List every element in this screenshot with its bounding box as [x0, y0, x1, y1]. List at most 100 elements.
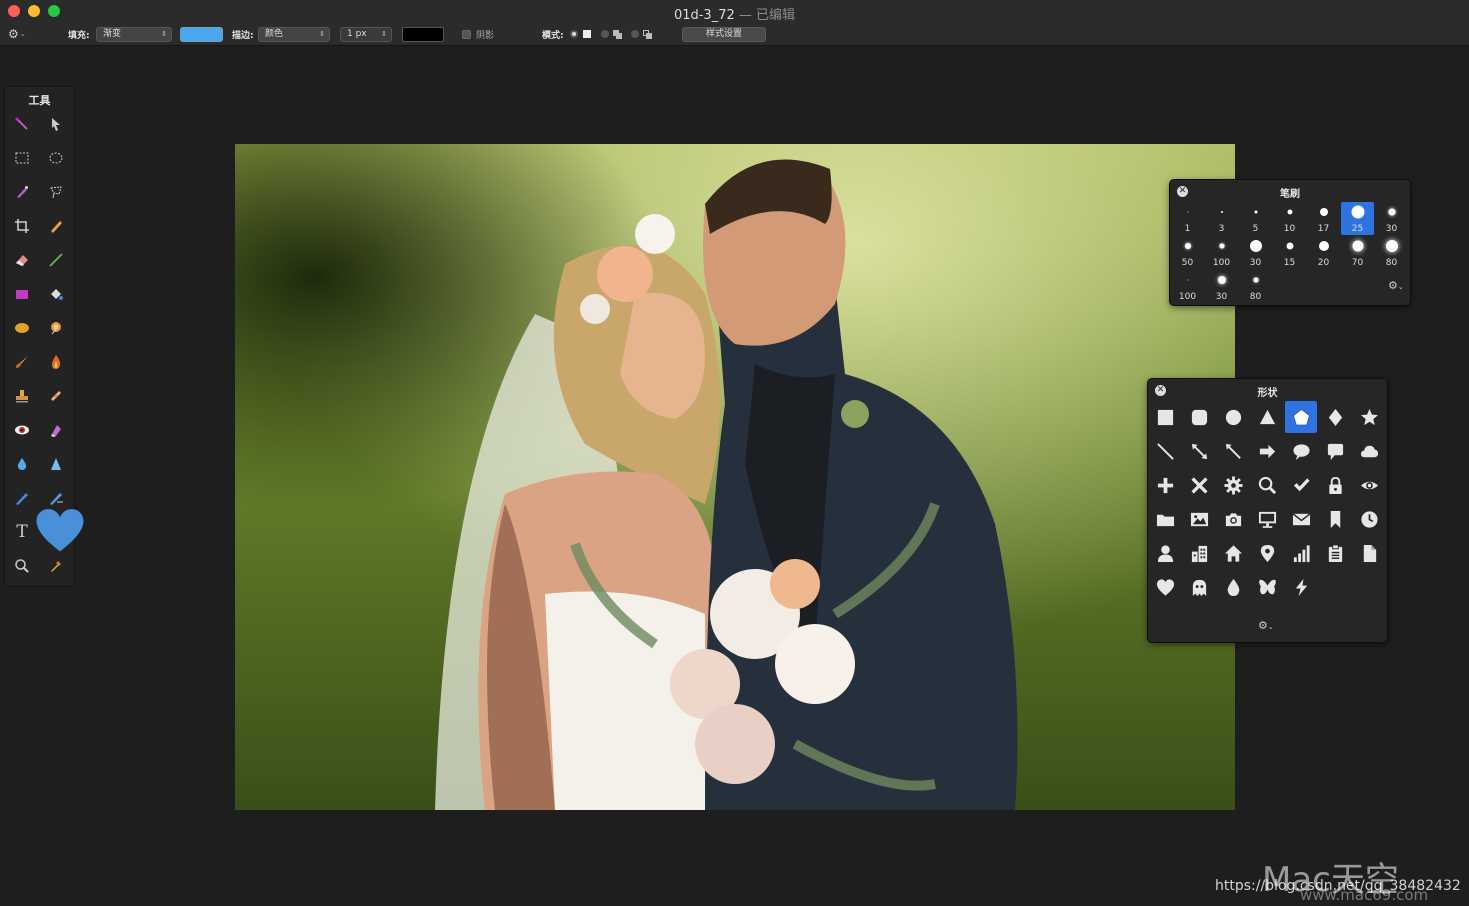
shadow-checkbox[interactable] — [462, 29, 471, 39]
brush-preset[interactable]: 100 — [1205, 236, 1238, 269]
ellipse-tool[interactable] — [11, 317, 33, 339]
shape-plus-button[interactable] — [1149, 469, 1181, 501]
paint-bucket-tool[interactable] — [45, 283, 67, 305]
shape-cross-button[interactable] — [1183, 469, 1215, 501]
shape-folder-button[interactable] — [1149, 503, 1181, 535]
eraser-tool[interactable] — [11, 249, 33, 271]
stroke-color-swatch[interactable] — [402, 26, 444, 42]
shape-options-button[interactable]: ⚙⌄ — [1258, 619, 1274, 632]
shape-speech-bubble-button[interactable] — [1285, 435, 1317, 467]
shape-eye-button[interactable] — [1353, 469, 1385, 501]
shape-drop-button[interactable] — [1217, 571, 1249, 603]
shape-line-button[interactable] — [1149, 435, 1181, 467]
magic-wand-tool[interactable] — [11, 113, 33, 135]
pencil-tool[interactable] — [45, 215, 67, 237]
mode-radio-selected[interactable] — [570, 30, 578, 38]
fill-color-swatch[interactable] — [180, 26, 223, 42]
shape-picture-button[interactable] — [1183, 503, 1215, 535]
blur-tool[interactable] — [11, 453, 33, 475]
settings-menu-button[interactable]: ⚙ ⌄ — [8, 26, 26, 42]
mode-radio[interactable] — [631, 30, 639, 38]
brush-options-button[interactable]: ⚙⌄ — [1388, 279, 1404, 292]
brush-preset[interactable]: 30 — [1239, 236, 1272, 269]
smudge-tool[interactable] — [11, 487, 33, 509]
shape-bolt-button[interactable] — [1285, 571, 1317, 603]
clone-stamp-tool[interactable] — [11, 385, 33, 407]
ellipse-select-tool[interactable] — [45, 147, 67, 169]
shape-arrow-right-button[interactable] — [1251, 435, 1283, 467]
shape-person-button[interactable] — [1149, 537, 1181, 569]
brush-preset[interactable]: 30 — [1205, 270, 1238, 303]
shape-cloud-button[interactable] — [1353, 435, 1385, 467]
shape-triangle-button[interactable] — [1251, 401, 1283, 433]
shape-rounded-square-button[interactable] — [1183, 401, 1215, 433]
line-tool[interactable] — [45, 249, 67, 271]
mode-radio[interactable] — [601, 30, 609, 38]
brush-preset[interactable]: 30 — [1375, 202, 1408, 235]
brush-preset[interactable]: 10 — [1273, 202, 1306, 235]
shape-document-button[interactable] — [1353, 537, 1385, 569]
brush-preset[interactable]: 3 — [1205, 202, 1238, 235]
shape-building-button[interactable] — [1183, 537, 1215, 569]
gradient-tool[interactable] — [45, 317, 67, 339]
eyedropper-tool[interactable] — [45, 555, 67, 577]
shadow-toggle[interactable]: 阴影 — [462, 26, 494, 42]
brush-preset[interactable]: 5 — [1239, 202, 1272, 235]
zoom-tool[interactable] — [11, 555, 33, 577]
healing-tool[interactable] — [45, 385, 67, 407]
shape-magnifier-button[interactable] — [1251, 469, 1283, 501]
shape-star-button[interactable] — [1353, 401, 1385, 433]
shape-camera-button[interactable] — [1217, 503, 1249, 535]
shape-ghost-button[interactable] — [1183, 571, 1215, 603]
shape-arrow-line-button[interactable] — [1217, 435, 1249, 467]
shape-check-button[interactable] — [1285, 469, 1317, 501]
shape-house-button[interactable] — [1217, 537, 1249, 569]
brush-preset[interactable]: 15 — [1273, 236, 1306, 269]
shape-chat-bubble-button[interactable] — [1319, 435, 1351, 467]
stroke-type-select[interactable]: 颜色 ⇕ — [258, 26, 330, 42]
shape-mail-button[interactable] — [1285, 503, 1317, 535]
brush-preset[interactable]: 50 — [1171, 236, 1204, 269]
brush-preset[interactable]: 1 — [1171, 202, 1204, 235]
brush-preset[interactable]: 80 — [1375, 236, 1408, 269]
shape-clipboard-button[interactable] — [1319, 537, 1351, 569]
shape-bars-button[interactable] — [1285, 537, 1317, 569]
shape-gear-button[interactable] — [1217, 469, 1249, 501]
shape-monitor-button[interactable] — [1251, 503, 1283, 535]
arrow-select-tool[interactable] — [45, 113, 67, 135]
shape-heart-button[interactable] — [1149, 571, 1181, 603]
burn-tool[interactable] — [45, 351, 67, 373]
paintbrush-tool[interactable] — [11, 351, 33, 373]
text-tool[interactable]: T — [11, 521, 33, 543]
lasso-tool[interactable] — [45, 181, 67, 203]
brush-select-tool[interactable] — [11, 181, 33, 203]
red-eye-tool[interactable] — [11, 419, 33, 441]
rect-select-tool[interactable] — [11, 147, 33, 169]
brush-preset[interactable]: 20 — [1307, 236, 1340, 269]
rectangle-tool[interactable] — [11, 283, 33, 305]
canvas-image[interactable] — [235, 144, 1235, 810]
shape-square-button[interactable] — [1149, 401, 1181, 433]
brush-preset[interactable]: 25 — [1341, 202, 1374, 235]
shape-diamond-button[interactable] — [1319, 401, 1351, 433]
color-eraser-tool[interactable] — [45, 419, 67, 441]
brush-preset[interactable]: 70 — [1341, 236, 1374, 269]
shape-bookmark-button[interactable] — [1319, 503, 1351, 535]
shape-lock-button[interactable] — [1319, 469, 1351, 501]
eye-icon — [15, 425, 29, 435]
shape-pin-button[interactable] — [1251, 537, 1283, 569]
fill-type-select[interactable]: 渐变 ⇕ — [96, 26, 172, 42]
shape-pentagon-button[interactable] — [1285, 401, 1317, 433]
style-settings-button[interactable]: 样式设置 — [682, 26, 766, 42]
stroke-width-field[interactable]: 1 px ⇕ — [340, 26, 392, 42]
shape-clock-button[interactable] — [1353, 503, 1385, 535]
shape-circle-button[interactable] — [1217, 401, 1249, 433]
brush-preset[interactable]: 100 — [1171, 270, 1204, 303]
sharpen-tool[interactable] — [45, 453, 67, 475]
shape-butterfly-button[interactable] — [1251, 571, 1283, 603]
brush-preset[interactable]: 17 — [1307, 202, 1340, 235]
crop-tool[interactable] — [11, 215, 33, 237]
shape-double-arrow-button[interactable] — [1183, 435, 1215, 467]
brush-preset[interactable]: 80 — [1239, 270, 1272, 303]
shapes-tool-selected[interactable] — [32, 505, 88, 557]
